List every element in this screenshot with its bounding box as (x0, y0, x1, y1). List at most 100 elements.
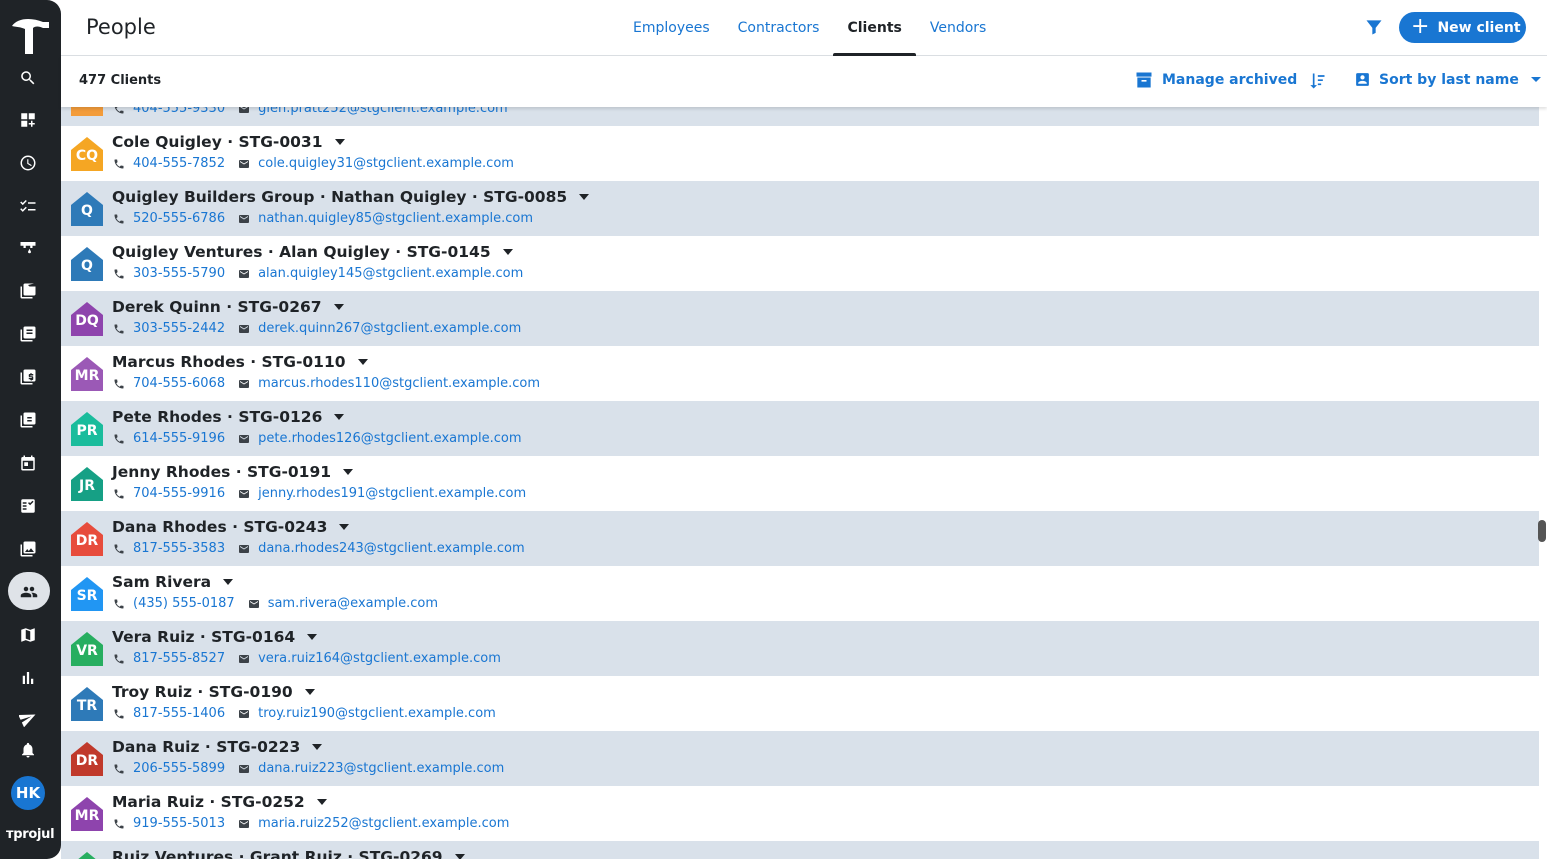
folder-icon[interactable] (18, 281, 38, 301)
map-icon[interactable] (18, 625, 38, 645)
client-name[interactable]: Dana Ruiz · STG-0223 (112, 738, 323, 756)
client-email-link[interactable]: vera.ruiz164@stgclient.example.com (258, 651, 501, 666)
client-name[interactable]: Marcus Rhodes · STG-0110 (112, 353, 368, 371)
client-name[interactable]: Dana Rhodes · STG-0243 (112, 518, 350, 536)
chevron-down-icon[interactable] (454, 854, 465, 859)
tab-contractors[interactable]: Contractors (724, 0, 834, 56)
sort-by-dropdown[interactable]: Sort by last name (1354, 71, 1541, 88)
chevron-down-icon[interactable] (333, 304, 344, 310)
chevron-down-icon[interactable] (502, 249, 513, 255)
send-icon[interactable] (18, 708, 38, 728)
client-email-link[interactable]: sam.rivera@example.com (268, 596, 438, 611)
checklist-icon[interactable] (18, 196, 38, 216)
client-name[interactable]: Sam Rivera (112, 573, 234, 591)
receipt-icon[interactable] (18, 410, 38, 430)
chevron-down-icon[interactable] (312, 744, 323, 750)
client-row[interactable]: MR Maria Ruiz · STG-0252 919-555-5013 maria… (61, 786, 1539, 841)
chevron-down-icon[interactable] (579, 194, 590, 200)
client-contact: 303-555-2442 derek.quinn267@stgclient.exa… (113, 321, 521, 336)
chevron-down-icon[interactable] (343, 469, 354, 475)
manage-archived-button[interactable]: Manage archived (1134, 70, 1297, 90)
tab-vendors[interactable]: Vendors (916, 0, 1000, 56)
client-email-link[interactable]: derek.quinn267@stgclient.example.com (258, 321, 521, 336)
user-avatar[interactable]: HK (11, 776, 45, 810)
chevron-down-icon[interactable] (304, 689, 315, 695)
client-phone-link[interactable]: 206-555-5899 (133, 761, 225, 776)
client-email-link[interactable]: nathan.quigley85@stgclient.example.com (258, 211, 533, 226)
client-email-link[interactable]: maria.ruiz252@stgclient.example.com (258, 816, 509, 831)
search-icon[interactable] (18, 68, 38, 88)
client-row[interactable]: MR Marcus Rhodes · STG-0110 704-555-6068 ma… (61, 346, 1539, 401)
client-email-link[interactable]: dana.ruiz223@stgclient.example.com (258, 761, 504, 776)
client-row[interactable]: PR Pete Rhodes · STG-0126 614-555-9196 pete… (61, 401, 1539, 456)
client-email-link[interactable]: cole.quigley31@stgclient.example.com (258, 156, 514, 171)
client-name[interactable]: Troy Ruiz · STG-0190 (112, 683, 315, 701)
client-phone-link[interactable]: 704-555-6068 (133, 376, 225, 391)
invoice-icon[interactable] (18, 367, 38, 387)
client-title-text: Vera Ruiz · STG-0164 (112, 628, 296, 646)
client-row[interactable]: DQ Derek Quinn · STG-0267 303-555-2442 dere… (61, 291, 1539, 346)
client-row[interactable]: VR Vera Ruiz · STG-0164 817-555-8527 vera.r… (61, 621, 1539, 676)
client-row[interactable]: DR Dana Ruiz · STG-0223 206-555-5899 dana.r… (61, 731, 1539, 786)
client-phone-link[interactable]: 919-555-5013 (133, 816, 225, 831)
document-icon[interactable] (18, 324, 38, 344)
client-name[interactable]: Maria Ruiz · STG-0252 (112, 793, 327, 811)
chevron-down-icon[interactable] (339, 524, 350, 530)
client-email-link[interactable]: alan.quigley145@stgclient.example.com (258, 266, 523, 281)
sidebar-item-people[interactable] (8, 572, 50, 610)
client-name[interactable]: Ruiz Ventures · Grant Ruiz · STG-0269 (112, 848, 465, 859)
client-phone-link[interactable]: 404-555-7852 (133, 156, 225, 171)
photo-icon[interactable] (18, 539, 38, 559)
client-row[interactable]: CQ Cole Quigley · STG-0031 404-555-7852 col… (61, 126, 1539, 181)
chevron-down-icon[interactable] (316, 799, 327, 805)
client-name[interactable]: Vera Ruiz · STG-0164 (112, 628, 318, 646)
client-email-link[interactable]: pete.rhodes126@stgclient.example.com (258, 431, 521, 446)
client-phone-link[interactable]: 303-555-5790 (133, 266, 225, 281)
client-phone-link[interactable]: 704-555-9916 (133, 486, 225, 501)
client-phone-link[interactable]: 520-555-6786 (133, 211, 225, 226)
chevron-down-icon[interactable] (357, 359, 368, 365)
hammer-logo-icon[interactable] (9, 14, 51, 56)
client-name[interactable]: Derek Quinn · STG-0267 (112, 298, 344, 316)
task-icon[interactable] (18, 496, 38, 516)
client-phone-link[interactable]: (435) 555-0187 (133, 596, 235, 611)
client-phone-link[interactable]: 817-555-1406 (133, 706, 225, 721)
client-phone-link[interactable]: 614-555-9196 (133, 431, 225, 446)
chevron-down-icon[interactable] (334, 139, 345, 145)
client-row[interactable]: TR Troy Ruiz · STG-0190 817-555-1406 troy.r… (61, 676, 1539, 731)
client-row[interactable]: DR Dana Rhodes · STG-0243 817-555-3583 dana… (61, 511, 1539, 566)
list-scrollbar[interactable] (1538, 520, 1546, 542)
tools-icon[interactable] (18, 238, 38, 258)
client-email-link[interactable]: troy.ruiz190@stgclient.example.com (258, 706, 496, 721)
chart-icon[interactable] (18, 668, 38, 688)
new-client-button[interactable]: + New client (1399, 12, 1526, 43)
client-name[interactable]: Quigley Ventures · Alan Quigley · STG-01… (112, 243, 513, 261)
chevron-down-icon[interactable] (334, 414, 345, 420)
chevron-down-icon[interactable] (223, 579, 234, 585)
client-name[interactable]: Jenny Rhodes · STG-0191 (112, 463, 354, 481)
client-email-link[interactable]: dana.rhodes243@stgclient.example.com (258, 541, 525, 556)
client-phone-link[interactable]: 303-555-2442 (133, 321, 225, 336)
client-name[interactable]: Quigley Builders Group · Nathan Quigley … (112, 188, 590, 206)
client-row[interactable]: SR Sam Rivera (435) 555-0187 sam.rivera@exa… (61, 566, 1539, 621)
sort-order-icon[interactable] (1307, 71, 1327, 91)
bell-icon[interactable] (18, 740, 38, 760)
client-avatar: MR (70, 796, 104, 832)
clock-icon[interactable] (18, 153, 38, 173)
tab-clients[interactable]: Clients (833, 0, 917, 57)
client-name[interactable]: Pete Rhodes · STG-0126 (112, 408, 345, 426)
client-row[interactable]: Q Quigley Ventures · Alan Quigley · STG-0… (61, 236, 1539, 291)
client-phone-link[interactable]: 817-555-3583 (133, 541, 225, 556)
tab-employees[interactable]: Employees (619, 0, 724, 56)
client-row[interactable]: R Ruiz Ventures · Grant Ruiz · STG-0269 (61, 841, 1539, 859)
chevron-down-icon[interactable] (307, 634, 318, 640)
filter-icon[interactable] (1364, 17, 1384, 37)
client-phone-link[interactable]: 817-555-8527 (133, 651, 225, 666)
client-email-link[interactable]: marcus.rhodes110@stgclient.example.com (258, 376, 540, 391)
client-row[interactable]: Q Quigley Builders Group · Nathan Quigley… (61, 181, 1539, 236)
dashboard-icon[interactable] (18, 110, 38, 130)
client-row[interactable]: JR Jenny Rhodes · STG-0191 704-555-9916 jen… (61, 456, 1539, 511)
client-name[interactable]: Cole Quigley · STG-0031 (112, 133, 345, 151)
client-email-link[interactable]: jenny.rhodes191@stgclient.example.com (258, 486, 526, 501)
calendar-icon[interactable] (18, 453, 38, 473)
